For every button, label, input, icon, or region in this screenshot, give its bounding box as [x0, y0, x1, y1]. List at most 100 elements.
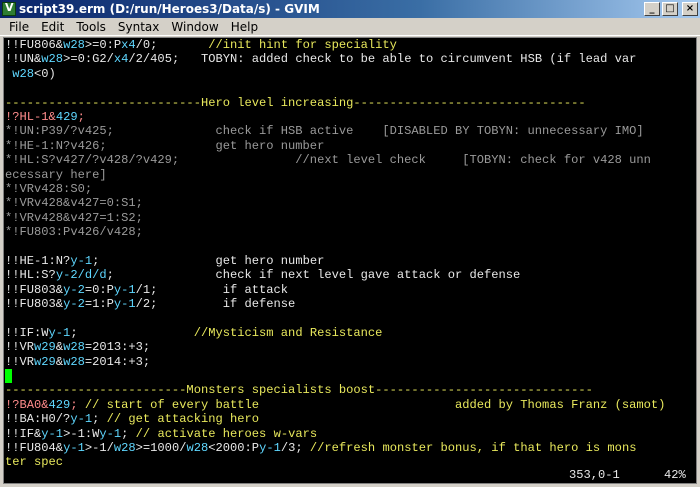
code-token: y-1	[259, 440, 281, 455]
code-line: !!IF:Wy-1; //Mysticism and Resistance	[5, 326, 695, 340]
code-token: !!FU803&	[5, 297, 64, 312]
menu-help[interactable]: Help	[225, 20, 264, 34]
code-token: w28	[113, 440, 136, 455]
menu-tools[interactable]: Tools	[70, 20, 112, 34]
code-token: x4	[121, 38, 136, 52]
code-token: !!HL:S?	[5, 268, 56, 283]
title-bar: script39.erm (D:/run/Heroes3/Data/s) - G…	[0, 0, 700, 18]
menu-bar: File Edit Tools Syntax Window Help	[0, 18, 700, 36]
code-line: w28<0)	[5, 67, 695, 81]
code-token: !!IF:W	[5, 325, 49, 340]
code-token: y-1	[113, 282, 136, 297]
code-token: w28	[12, 66, 35, 81]
code-token: w28	[63, 340, 85, 355]
code-token: !!FU806&	[5, 38, 64, 52]
code-token: *!UN:P39/?v425; check if HSB active [DIS…	[5, 124, 644, 139]
menu-syntax[interactable]: Syntax	[112, 20, 165, 34]
code-token: =0:P	[84, 282, 114, 297]
menu-window[interactable]: Window	[165, 20, 224, 34]
minimize-button[interactable]: _	[644, 2, 660, 16]
code-token: y-2	[63, 297, 85, 312]
code-token: *!FU803:Pv426/v428;	[5, 225, 143, 240]
code-token: !!VR	[5, 340, 35, 355]
code-token: y-1	[48, 325, 71, 340]
code-token: y-2	[63, 282, 85, 297]
code-line: ---------------------------Hero level in…	[5, 96, 695, 110]
code-token: ecessary here]	[5, 167, 107, 182]
code-token: *!HL:S?v427/?v428/?v429; //next level ch…	[5, 153, 651, 168]
code-token: y-1	[63, 440, 85, 455]
window-title: script39.erm (D:/run/Heroes3/Data/s) - G…	[19, 2, 320, 16]
gvim-app-icon[interactable]	[2, 1, 16, 16]
code-line: !!UN&w28>=0:G2/x4/2/405; TOBYN: added ch…	[5, 52, 695, 66]
code-line: !!HE-1:N?y-1; get hero number	[5, 254, 695, 268]
code-line: *!HE-1:N?v426; get hero number	[5, 139, 695, 153]
code-token: !!FU803&	[5, 282, 64, 297]
code-token: <2000:P	[208, 440, 260, 455]
code-token: !!VR	[5, 354, 35, 369]
code-token: /2; if defense	[135, 297, 296, 312]
code-token: >=1000/	[135, 440, 187, 455]
code-line: !!VRw29&w28=2013:+3;	[5, 340, 695, 354]
code-token: !!HE-1:N?	[5, 253, 71, 268]
code-line: *!HL:S?v427/?v428/?v429; //next level ch…	[5, 153, 695, 167]
code-token: >-1:W	[63, 426, 100, 441]
code-line: *!FU803:Pv426/v428;	[5, 225, 695, 239]
code-token: /3;	[280, 440, 310, 455]
code-token: w28	[186, 440, 209, 455]
editor-text-area[interactable]: !!FU806&w28>=0:Px4/0; //init hint for sp…	[3, 37, 697, 484]
code-token: *!VRv428&v427=1:S2;	[5, 210, 143, 225]
code-token: &	[55, 340, 64, 355]
code-token: y-1	[41, 426, 64, 441]
code-token: y-1	[99, 426, 122, 441]
code-line: !!VRw29&w28=2014:+3;	[5, 355, 695, 369]
code-token: *!HE-1:N?v426; get hero number	[5, 138, 325, 153]
code-token: *!VRv428&v427=0:S1;	[5, 196, 143, 211]
menu-file[interactable]: File	[3, 20, 35, 34]
code-token: // activate heroes w-vars	[135, 426, 318, 441]
code-line: !?HL-1&429;	[5, 110, 695, 124]
code-token: &	[55, 354, 64, 369]
code-token: y-1	[70, 253, 93, 268]
code-token: *!VRv428:S0;	[5, 181, 93, 196]
code-line: *!VRv428:S0;	[5, 182, 695, 196]
code-token: <0)	[34, 66, 56, 81]
code-token: >=0:P	[84, 38, 122, 52]
scroll-percent: 42%	[664, 468, 686, 482]
code-token: w29	[34, 340, 56, 355]
code-token: w28	[63, 354, 85, 369]
code-line: !!FU803&y-2=1:Py-1/2; if defense	[5, 297, 695, 311]
menu-edit[interactable]: Edit	[35, 20, 70, 34]
code-line	[5, 368, 695, 383]
code-token: !!BA:H0/?	[5, 412, 71, 427]
code-token: =1:P	[84, 297, 114, 312]
code-line: ecessary here]	[5, 168, 695, 182]
code-token: //Mysticism and Resistance	[77, 325, 383, 340]
code-line: !!HL:S?y-2/d/d; check if next level gave…	[5, 268, 695, 282]
code-line: *!VRv428&v427=1:S2;	[5, 211, 695, 225]
code-token: w28	[41, 52, 64, 67]
code-line: -------------------------Monsters specia…	[5, 383, 695, 397]
code-token: ; check if next level gave attack or def…	[106, 268, 521, 283]
code-token: y-2/d/d	[55, 268, 107, 283]
code-line: *!VRv428&v427=0:S1;	[5, 196, 695, 210]
status-line: 353,0-1 42%	[4, 468, 694, 483]
code-token: /2/405; TOBYN: added check to be able to…	[128, 52, 637, 67]
code-token: // start of every battle added by Thomas…	[84, 397, 666, 412]
close-button[interactable]: ×	[682, 2, 698, 16]
code-token: ;	[121, 426, 136, 441]
code-token: 429	[48, 397, 71, 412]
code-token: =2014:+3;	[84, 354, 151, 369]
code-token: w28	[63, 38, 85, 52]
code-token: !!FU804&	[5, 440, 64, 455]
code-token: //init hint for speciality	[157, 38, 397, 52]
code-token: !?HL-1&	[5, 109, 56, 124]
maximize-button[interactable]: □	[662, 2, 678, 16]
code-line: !!BA:H0/?y-1; // get attacking hero	[5, 412, 695, 426]
code-token: =2013:+3;	[84, 340, 151, 355]
code-token: >=0:G2/	[63, 52, 114, 67]
window-controls: _ □ ×	[644, 2, 698, 16]
